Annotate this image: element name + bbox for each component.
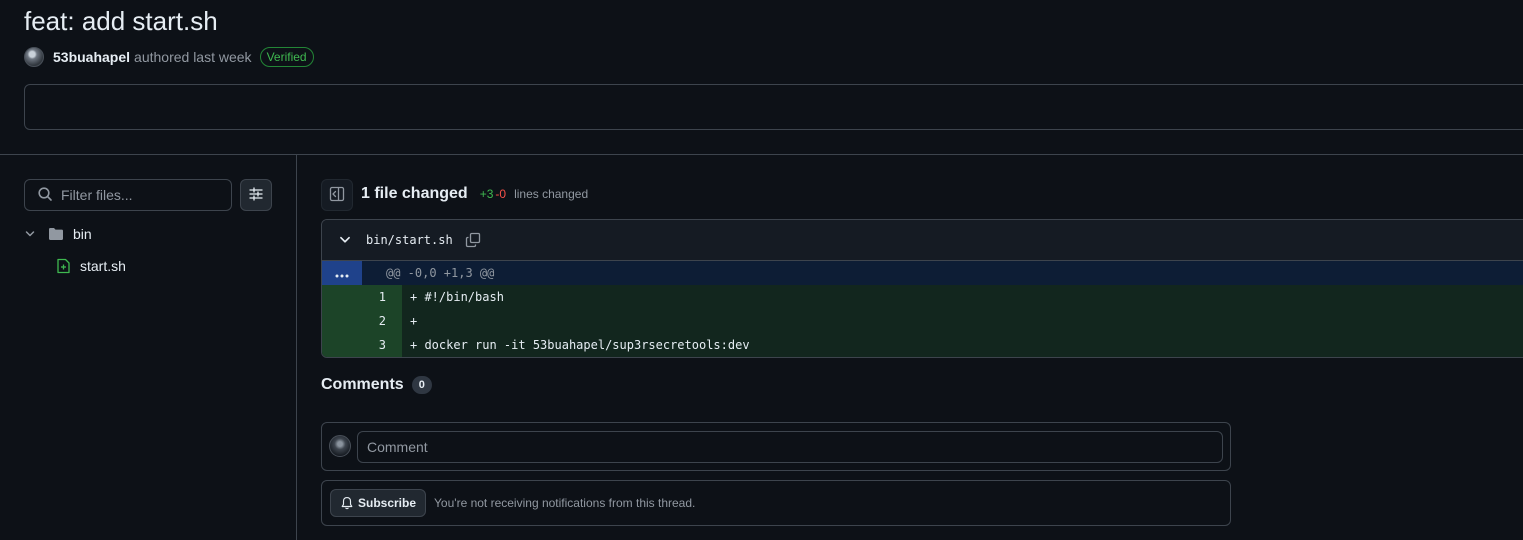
toggle-file-tree-button[interactable] xyxy=(321,179,353,211)
chevron-down-icon[interactable] xyxy=(24,228,40,240)
comments-title: Comments xyxy=(321,376,404,393)
line-code: + xyxy=(402,309,1523,333)
file-added-icon xyxy=(56,258,71,274)
hunk-header-text: @@ -0,0 +1,3 @@ xyxy=(386,266,495,280)
chevron-down-icon[interactable] xyxy=(338,233,352,247)
diff-line: 2 + xyxy=(322,309,1523,333)
line-number[interactable]: 1 xyxy=(322,285,402,309)
author-name[interactable]: 53buahapel xyxy=(53,49,130,65)
diff-summary: 1 file changed +3 -0 lines changed xyxy=(361,185,588,203)
authored-time: authored last week xyxy=(134,49,252,65)
kebab-horizontal-icon xyxy=(334,265,350,281)
hunk-header-row: @@ -0,0 +1,3 @@ xyxy=(322,261,1523,285)
sidebar-collapse-icon xyxy=(329,186,345,205)
commit-title: feat: add start.sh xyxy=(24,6,218,36)
commit-description-box xyxy=(24,84,1523,130)
tree-file-label: start.sh xyxy=(80,258,126,274)
comments-count-badge: 0 xyxy=(411,376,432,394)
folder-icon xyxy=(48,227,64,241)
filter-options-button[interactable] xyxy=(240,179,272,211)
files-changed-count: 1 file changed xyxy=(361,185,468,202)
verified-badge[interactable]: Verified xyxy=(259,47,314,67)
filter-files-field[interactable] xyxy=(24,179,232,211)
current-user-avatar[interactable] xyxy=(329,435,351,457)
author-row: 53buahapel authored last week Verified xyxy=(24,47,314,67)
bell-icon xyxy=(340,496,358,510)
notification-box: Subscribe You're not receiving notificat… xyxy=(321,480,1231,526)
file-path[interactable]: bin/start.sh xyxy=(366,233,453,247)
comments-heading: Comments 0 xyxy=(321,376,432,394)
tree-file-start-sh[interactable]: start.sh xyxy=(56,254,126,278)
line-number[interactable]: 3 xyxy=(322,333,402,357)
sidebar-divider[interactable] xyxy=(296,155,297,540)
comment-input[interactable] xyxy=(357,431,1223,463)
tree-folder-label: bin xyxy=(73,226,92,242)
file-diff: bin/start.sh @@ -0,0 +1,3 @@ 1 + #!/bin/… xyxy=(321,219,1523,358)
filter-files-input[interactable] xyxy=(61,187,221,203)
deletions-count: -0 xyxy=(495,187,507,201)
line-number[interactable]: 2 xyxy=(322,309,402,333)
subscribe-button[interactable]: Subscribe xyxy=(330,489,427,517)
tree-folder-bin[interactable]: bin xyxy=(24,222,92,246)
search-icon xyxy=(37,186,53,205)
lines-changed-label: lines changed xyxy=(514,187,589,201)
copy-icon[interactable] xyxy=(465,232,481,248)
notification-status-text: You're not receiving notifications from … xyxy=(434,496,696,510)
line-code: + docker run -it 53buahapel/sup3rsecreto… xyxy=(402,333,1523,357)
header-divider xyxy=(0,154,1523,155)
sliders-icon xyxy=(248,186,264,205)
subscribe-label: Subscribe xyxy=(358,496,417,510)
additions-count: +3 xyxy=(479,187,494,201)
diff-line: 1 + #!/bin/bash xyxy=(322,285,1523,309)
author-avatar[interactable] xyxy=(24,47,44,67)
expand-hunk-button[interactable] xyxy=(322,261,362,285)
new-comment-box xyxy=(321,422,1231,471)
line-code: + #!/bin/bash xyxy=(402,285,1523,309)
diff-line: 3 + docker run -it 53buahapel/sup3rsecre… xyxy=(322,333,1523,357)
file-diff-header: bin/start.sh xyxy=(322,220,1523,261)
